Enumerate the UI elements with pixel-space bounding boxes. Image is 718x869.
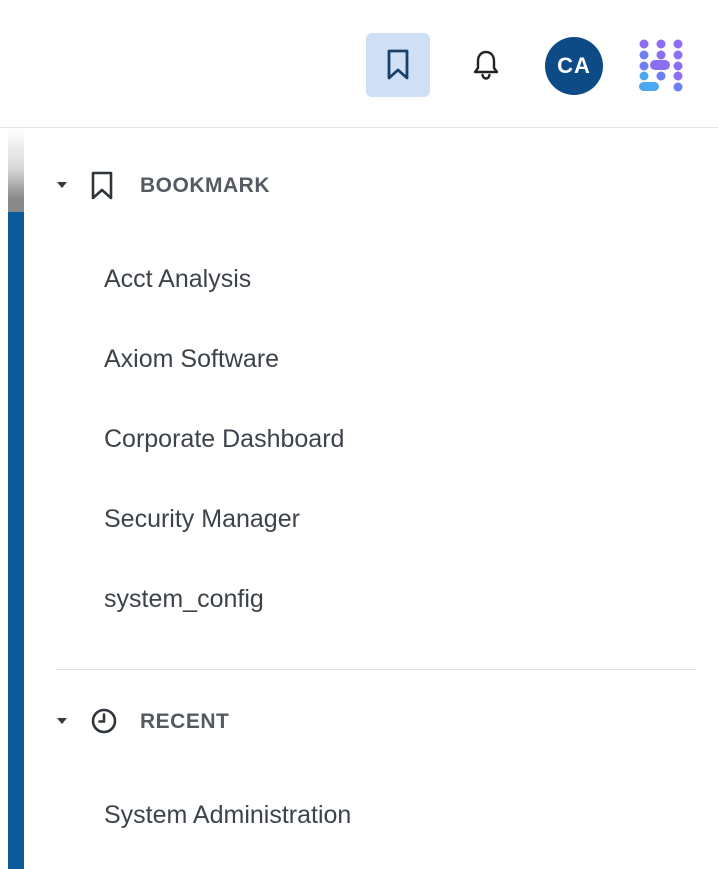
panel-resize-handle[interactable] [8, 128, 24, 869]
user-avatar[interactable]: CA [545, 37, 603, 95]
bell-icon [473, 50, 499, 80]
bookmark-recent-panel: BOOKMARK Acct Analysis Axiom Software Co… [24, 129, 718, 869]
bookmarks-toggle-button[interactable] [366, 33, 430, 97]
recent-section-title: RECENT [140, 710, 230, 733]
recent-item[interactable]: System Administration [104, 795, 351, 835]
active-accent-bar [8, 212, 24, 869]
bookmark-item-label: Acct Analysis [104, 264, 252, 293]
avatar-initials: CA [557, 53, 591, 78]
top-bar: CA [0, 0, 718, 128]
bookmark-item[interactable]: Axiom Software [104, 339, 279, 379]
caret-down-icon[interactable] [57, 718, 67, 724]
recent-item-label: System Administration [104, 800, 352, 829]
notifications-button[interactable] [462, 41, 510, 89]
bookmark-icon [387, 49, 409, 80]
bookmark-item-label: Axiom Software [104, 344, 280, 373]
bookmark-item[interactable]: Security Manager [104, 499, 300, 539]
caret-down-icon[interactable] [57, 182, 67, 188]
app-grid-icon [639, 39, 683, 92]
bookmark-outline-icon [90, 171, 114, 201]
clock-icon [90, 707, 118, 735]
section-divider [56, 669, 696, 670]
app-launcher-button[interactable] [632, 37, 690, 95]
bookmark-item[interactable]: Acct Analysis [104, 259, 251, 299]
recent-section-header[interactable]: RECENT [24, 701, 704, 741]
bookmark-item-label: system_config [104, 584, 264, 613]
bookmark-item[interactable]: Corporate Dashboard [104, 419, 344, 459]
bookmark-item-label: Corporate Dashboard [104, 424, 345, 453]
bookmark-section-header[interactable]: BOOKMARK [24, 165, 704, 205]
bookmark-section-title: BOOKMARK [140, 174, 270, 197]
bookmark-item[interactable]: system_config [104, 579, 264, 619]
bookmark-item-label: Security Manager [104, 504, 300, 533]
